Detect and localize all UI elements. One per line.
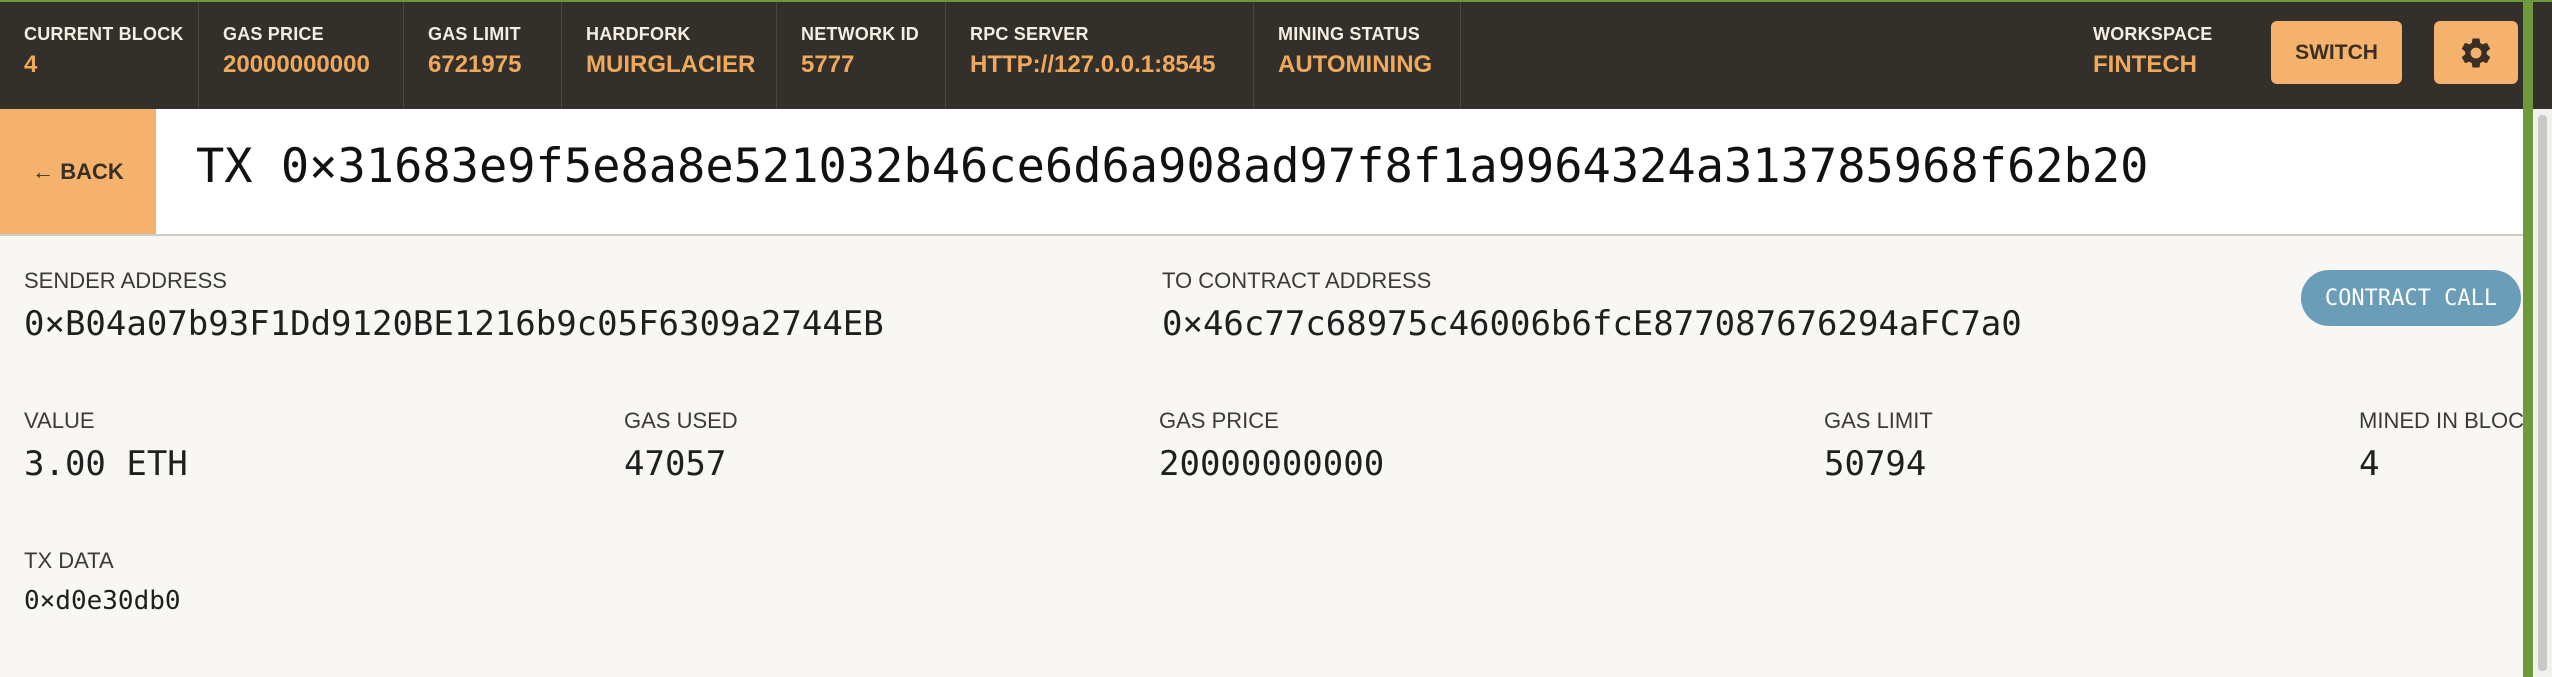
- tx-gas-price-value: 20000000000: [1159, 444, 1385, 484]
- tx-data-field: TX DATA 0×d0e30db0: [24, 548, 181, 616]
- gas-price-value: 20000000000: [223, 51, 370, 78]
- gas-limit-stat: GAS LIMIT 6721975: [404, 2, 562, 109]
- gas-limit-value: 6721975: [428, 51, 522, 78]
- hardfork-stat: HARDFORK MUIRGLACIER: [562, 2, 777, 109]
- sender-address-label: SENDER ADDRESS: [24, 268, 227, 293]
- mined-in-block-field: MINED IN BLOCK 4: [2359, 408, 2539, 484]
- tx-data-label: TX DATA: [24, 548, 114, 573]
- gas-price-stat: GAS PRICE 20000000000: [199, 2, 404, 109]
- settings-button[interactable]: [2434, 21, 2518, 84]
- tx-gas-limit-value: 50794: [1824, 444, 1927, 484]
- switch-workspace-button[interactable]: SWITCH: [2271, 21, 2402, 84]
- to-contract-address-field: TO CONTRACT ADDRESS 0×46c77c68975c46006b…: [1162, 268, 2022, 344]
- status-bar: CURRENT BLOCK 4 GAS PRICE 20000000000 GA…: [0, 0, 2552, 109]
- mining-status-label: MINING STATUS: [1278, 24, 1420, 44]
- gas-used-label: GAS USED: [624, 408, 738, 433]
- current-block-stat: CURRENT BLOCK 4: [0, 2, 199, 109]
- current-block-value: 4: [24, 51, 38, 78]
- back-button[interactable]: ← BACK: [0, 109, 156, 234]
- tx-gas-price-label: GAS PRICE: [1159, 408, 1279, 433]
- hardfork-value: MUIRGLACIER: [586, 51, 756, 78]
- value-amount: 3.00 ETH: [24, 444, 188, 484]
- transaction-header: ← BACK TX 0×31683e9f5e8a8e521032b46ce6d6…: [0, 109, 2523, 236]
- hardfork-label: HARDFORK: [586, 24, 691, 44]
- current-block-label: CURRENT BLOCK: [24, 24, 184, 44]
- workspace-label: WORKSPACE: [2093, 24, 2213, 44]
- gear-icon: [2461, 38, 2491, 67]
- mined-in-block-label: MINED IN BLOCK: [2359, 408, 2539, 433]
- workspace-stat: WORKSPACE FINTECH: [2093, 2, 2212, 109]
- network-id-value: 5777: [801, 51, 855, 78]
- gas-price-label: GAS PRICE: [223, 24, 324, 44]
- gas-used-field: GAS USED 47057: [624, 408, 738, 484]
- network-id-label: NETWORK ID: [801, 24, 919, 44]
- page-title: TX 0×31683e9f5e8a8e521032b46ce6d6a908ad9…: [196, 139, 2149, 194]
- tx-gas-limit-label: GAS LIMIT: [1824, 408, 1933, 433]
- network-id-stat: NETWORK ID 5777: [777, 2, 946, 109]
- rpc-server-stat: RPC SERVER HTTP://127.0.0.1:8545: [946, 2, 1254, 109]
- rpc-server-label: RPC SERVER: [970, 24, 1089, 44]
- tx-data-value: 0×d0e30db0: [24, 586, 181, 616]
- scrollbar-thumb[interactable]: [2538, 115, 2547, 671]
- to-contract-address-label: TO CONTRACT ADDRESS: [1162, 268, 1432, 293]
- gas-used-value: 47057: [624, 444, 727, 484]
- value-label: VALUE: [24, 408, 95, 433]
- to-contract-address-value: 0×46c77c68975c46006b6fcE877087676294aFC7…: [1162, 304, 2022, 344]
- sender-address-value: 0×B04a07b93F1Dd9120BE1216b9c05F6309a2744…: [24, 304, 884, 344]
- sender-address-field: SENDER ADDRESS 0×B04a07b93F1Dd9120BE1216…: [24, 268, 884, 344]
- mining-status-stat: MINING STATUS AUTOMINING: [1254, 2, 1461, 109]
- value-field: VALUE 3.00 ETH: [24, 408, 188, 484]
- contract-call-badge: CONTRACT CALL: [2301, 270, 2521, 326]
- mining-status-value: AUTOMINING: [1278, 51, 1433, 78]
- window-edge: [2523, 0, 2533, 677]
- workspace-value: FINTECH: [2093, 51, 2197, 78]
- mined-in-block-value: 4: [2359, 444, 2380, 484]
- rpc-server-value: HTTP://127.0.0.1:8545: [970, 51, 1216, 78]
- tx-gas-price-field: GAS PRICE 20000000000: [1159, 408, 1384, 484]
- gas-limit-label: GAS LIMIT: [428, 24, 521, 44]
- tx-gas-limit-field: GAS LIMIT 50794: [1824, 408, 1933, 484]
